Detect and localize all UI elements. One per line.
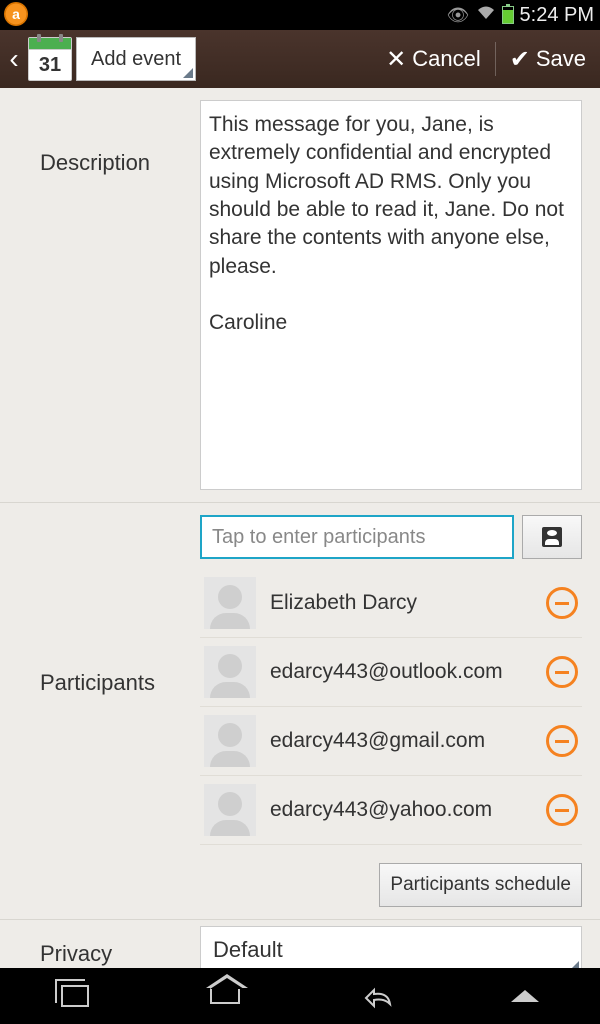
pick-contact-button[interactable] bbox=[522, 515, 582, 559]
participants-label: Participants bbox=[0, 515, 200, 907]
status-bar: a 👁 5:24 PM bbox=[0, 0, 600, 30]
privacy-select[interactable]: Default bbox=[200, 926, 582, 968]
avatar bbox=[204, 577, 256, 629]
cancel-label: Cancel bbox=[412, 46, 480, 72]
nav-menu-button[interactable] bbox=[495, 976, 555, 1016]
participant-name: Elizabeth Darcy bbox=[270, 591, 532, 615]
privacy-label: Privacy bbox=[0, 933, 200, 967]
cancel-button[interactable]: ✕ Cancel bbox=[376, 30, 491, 88]
battery-icon bbox=[502, 6, 514, 24]
avatar bbox=[204, 646, 256, 698]
participants-row: Participants Tap to enter participants E… bbox=[0, 502, 600, 919]
wifi-icon bbox=[476, 5, 496, 26]
participant-name: edarcy443@outlook.com bbox=[270, 660, 532, 684]
check-icon: ✔ bbox=[510, 45, 530, 74]
notification-badge-icon: a bbox=[4, 2, 28, 26]
privacy-value: Default bbox=[213, 937, 283, 963]
minus-icon bbox=[555, 602, 569, 605]
calendar-day-number: 31 bbox=[29, 50, 71, 80]
nav-back-button[interactable] bbox=[345, 976, 405, 1016]
remove-participant-button[interactable] bbox=[546, 587, 578, 619]
remove-participant-button[interactable] bbox=[546, 725, 578, 757]
close-icon: ✕ bbox=[386, 45, 406, 74]
participant-name: edarcy443@gmail.com bbox=[270, 729, 532, 753]
save-button[interactable]: ✔ Save bbox=[500, 30, 596, 88]
nav-bar bbox=[0, 968, 600, 1024]
status-time: 5:24 PM bbox=[520, 4, 594, 27]
remove-participant-button[interactable] bbox=[546, 794, 578, 826]
minus-icon bbox=[555, 809, 569, 812]
avatar bbox=[204, 715, 256, 767]
recent-apps-icon bbox=[61, 985, 89, 1007]
description-row: Description This message for you, Jane, … bbox=[0, 88, 600, 502]
remove-participant-button[interactable] bbox=[546, 656, 578, 688]
participants-schedule-button[interactable]: Participants schedule bbox=[379, 863, 582, 907]
list-item: edarcy443@gmail.com bbox=[200, 707, 582, 776]
participant-name: edarcy443@yahoo.com bbox=[270, 798, 532, 822]
back-button[interactable]: ‹ bbox=[4, 43, 24, 75]
privacy-row: Privacy Default bbox=[0, 919, 600, 968]
app-bar: ‹ 31 Add event ✕ Cancel ✔ Save bbox=[0, 30, 600, 88]
divider bbox=[495, 42, 496, 76]
description-label: Description bbox=[0, 100, 200, 490]
back-icon bbox=[360, 986, 390, 1006]
list-item: Elizabeth Darcy bbox=[200, 569, 582, 638]
participants-list: Elizabeth Darcy edarcy443@outlook.com ed… bbox=[200, 569, 582, 845]
minus-icon bbox=[555, 671, 569, 674]
list-item: edarcy443@yahoo.com bbox=[200, 776, 582, 845]
contact-icon bbox=[542, 527, 562, 547]
home-icon bbox=[210, 988, 240, 1004]
nav-recent-button[interactable] bbox=[45, 976, 105, 1016]
minus-icon bbox=[555, 740, 569, 743]
caret-up-icon bbox=[511, 990, 539, 1002]
list-item: edarcy443@outlook.com bbox=[200, 638, 582, 707]
description-textarea[interactable]: This message for you, Jane, is extremely… bbox=[200, 100, 582, 490]
save-label: Save bbox=[536, 46, 586, 72]
content: Description This message for you, Jane, … bbox=[0, 88, 600, 968]
avatar bbox=[204, 784, 256, 836]
add-event-spinner[interactable]: Add event bbox=[76, 37, 196, 81]
participants-input[interactable]: Tap to enter participants bbox=[200, 515, 514, 559]
add-event-label: Add event bbox=[91, 48, 181, 71]
nav-home-button[interactable] bbox=[195, 976, 255, 1016]
smart-stay-icon: 👁 bbox=[447, 5, 470, 26]
calendar-icon[interactable]: 31 bbox=[28, 37, 72, 81]
